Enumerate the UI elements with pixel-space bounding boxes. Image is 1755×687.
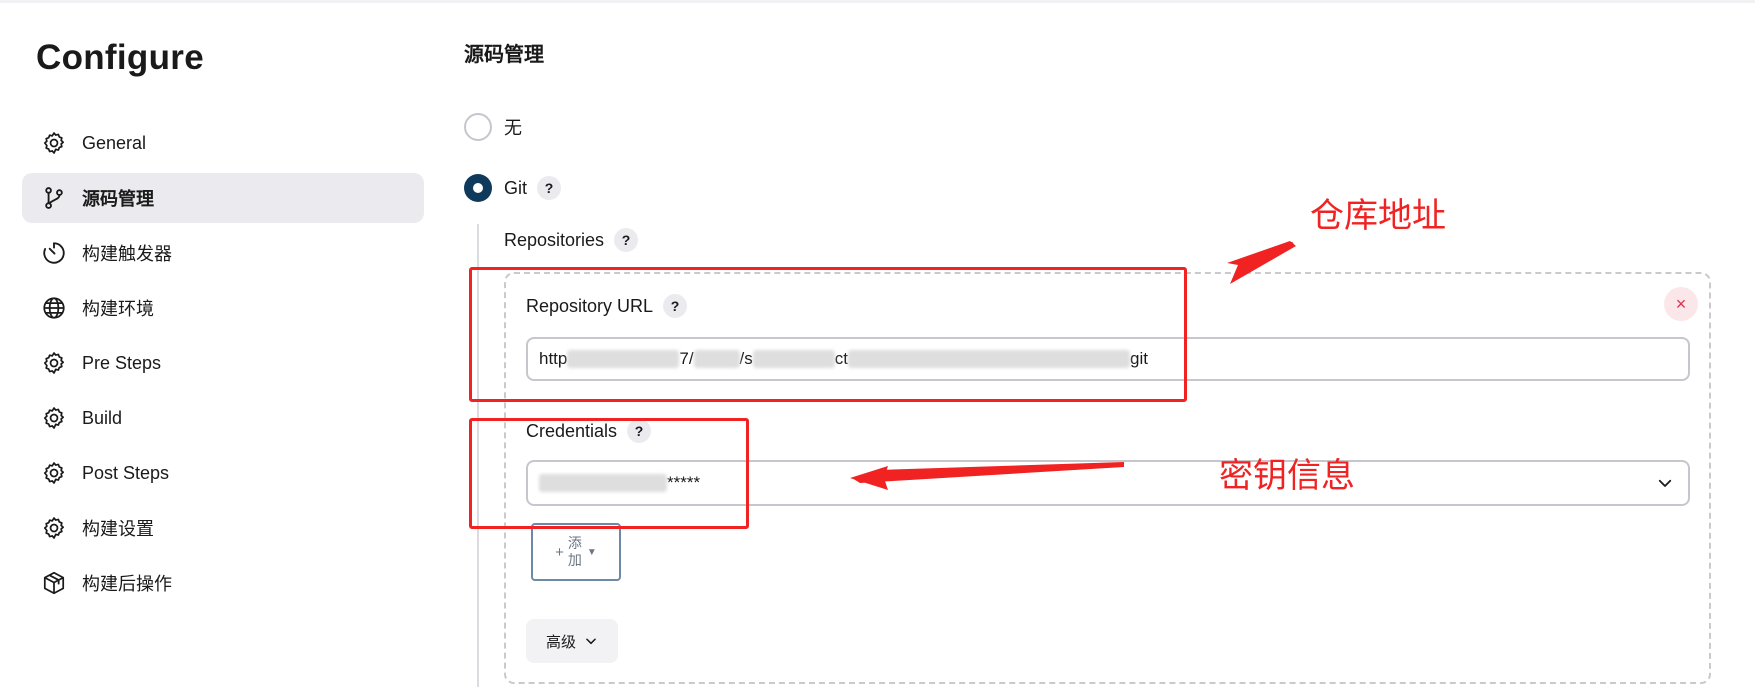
sidebar-item-label: 构建后操作	[82, 574, 172, 594]
top-border	[0, 0, 1755, 3]
sidebar-item-pre-steps[interactable]: Pre Steps	[22, 338, 424, 388]
annotation-box-credentials	[469, 418, 749, 529]
advanced-button-label: 高级	[545, 633, 576, 651]
sidebar-item-label: 构建设置	[82, 519, 154, 539]
radio-git[interactable]	[464, 174, 492, 202]
gear-icon	[40, 404, 68, 432]
annotation-label-repo-address: 仓库地址	[1310, 197, 1446, 235]
annotation-arrow-repo-shaft	[1244, 241, 1294, 274]
timer-icon	[40, 239, 68, 267]
annotation-label-key-info: 密钥信息	[1219, 457, 1355, 495]
repositories-label: Repositories ?	[504, 228, 639, 252]
repositories-label-text: Repositories	[504, 229, 605, 250]
globe-icon	[40, 294, 68, 322]
scm-option-none[interactable]: 无	[464, 113, 522, 141]
add-credentials-button[interactable]: + 添加 ▼	[531, 523, 621, 581]
radio-label: 无	[504, 118, 522, 138]
sidebar-item-label: Post Steps	[82, 462, 170, 483]
plus-icon: +	[555, 543, 564, 561]
chevron-down-icon	[1658, 479, 1672, 487]
scm-option-git[interactable]: Git ?	[464, 174, 562, 202]
sidebar-item-general[interactable]: General	[22, 118, 424, 168]
sidebar-item-source-control[interactable]: 源码管理	[22, 173, 424, 223]
sidebar-item-label: General	[82, 132, 147, 153]
caret-down-icon: ▼	[586, 546, 597, 558]
radio-none[interactable]	[464, 113, 492, 141]
sidebar-item-label: 构建触发器	[82, 244, 172, 264]
sidebar-item-build[interactable]: Build	[22, 393, 424, 443]
gear-icon	[40, 349, 68, 377]
annotation-box-repo-url	[469, 267, 1187, 402]
sidebar-item-label: Build	[82, 407, 123, 428]
close-icon[interactable]: ×	[1664, 287, 1698, 321]
page-title: Configure	[36, 38, 204, 77]
sidebar-item-label: 源码管理	[82, 189, 154, 209]
gear-icon	[40, 129, 68, 157]
section-title: 源码管理	[464, 44, 544, 66]
sidebar-item-build-environment[interactable]: 构建环境	[22, 283, 424, 333]
gear-icon	[40, 459, 68, 487]
sidebar-item-label: Pre Steps	[82, 352, 162, 373]
advanced-button[interactable]: 高级	[526, 619, 618, 663]
sidebar-item-build-triggers[interactable]: 构建触发器	[22, 228, 424, 278]
sidebar: General 源码管理 构建触发器 构建环境 Pre Steps Build	[22, 118, 424, 613]
radio-label: Git	[504, 177, 528, 198]
gear-icon	[40, 514, 68, 542]
add-button-label: 添加	[567, 535, 582, 568]
sidebar-item-build-settings[interactable]: 构建设置	[22, 503, 424, 553]
git-branch-icon	[40, 184, 68, 212]
help-icon[interactable]: ?	[614, 228, 639, 252]
chevron-down-icon	[586, 638, 596, 645]
sidebar-item-label: 构建环境	[82, 299, 154, 319]
sidebar-item-post-steps[interactable]: Post Steps	[22, 448, 424, 498]
package-icon	[40, 569, 68, 597]
sidebar-item-post-build-actions[interactable]: 构建后操作	[22, 558, 424, 608]
help-icon[interactable]: ?	[537, 176, 562, 200]
